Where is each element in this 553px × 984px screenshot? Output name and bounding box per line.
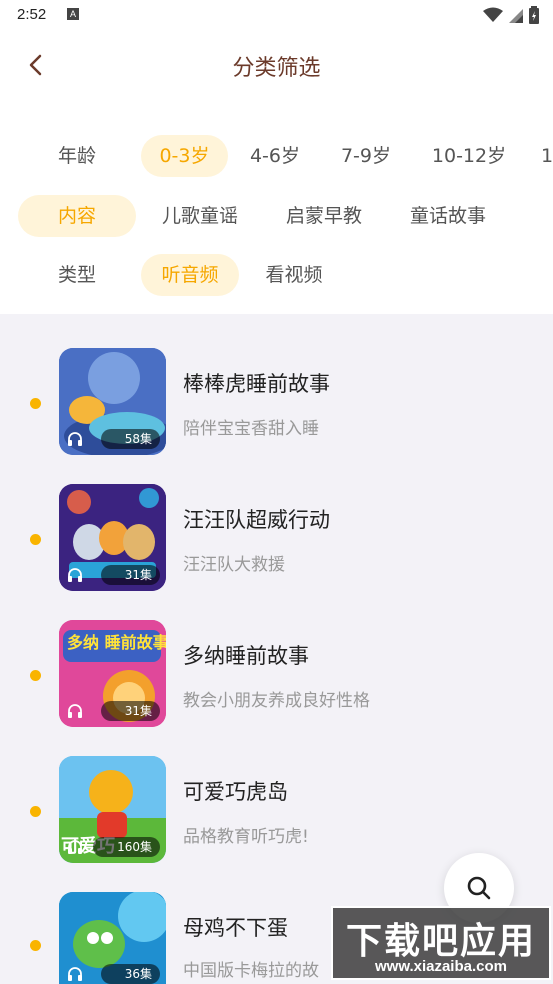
content-option-early-education[interactable]: 启蒙早教 (276, 195, 372, 237)
episode-count-badge: 160集 (93, 837, 160, 857)
new-dot (30, 398, 41, 409)
battery-icon (529, 6, 539, 24)
status-bar: 2:52 A (0, 0, 553, 30)
album-cover: 36集 (59, 892, 166, 984)
item-subtitle: 陪伴宝宝香甜入睡 (183, 419, 319, 439)
headphones-icon (68, 568, 82, 582)
list-item[interactable]: 多纳 睡前故事 31集 多纳睡前故事 教会小朋友养成良好性格 (0, 620, 553, 740)
content-filter-label: 内容 (18, 195, 136, 237)
list-item[interactable]: 58集 棒棒虎睡前故事 陪伴宝宝香甜入睡 (0, 348, 553, 468)
content-option-songs[interactable]: 儿歌童谣 (152, 195, 248, 237)
headphones-icon (68, 704, 82, 718)
item-subtitle: 中国版卡梅拉的故 (183, 961, 319, 981)
album-cover: 58集 (59, 348, 166, 455)
type-filter-label: 类型 (57, 264, 96, 286)
status-icons (483, 6, 539, 24)
content-option-fairy-tales[interactable]: 童话故事 (400, 195, 496, 237)
episode-count-badge: 36集 (100, 964, 160, 984)
item-title: 汪汪队超威行动 (183, 508, 330, 532)
age-option-7-9[interactable]: 7-9岁 (333, 135, 399, 177)
item-title: 可爱巧虎岛 (183, 780, 288, 804)
type-option-audio[interactable]: 听音频 (141, 254, 239, 296)
status-time: 2:52 (17, 6, 47, 23)
cover-text: 多纳 睡前故事 (67, 633, 166, 652)
watermark: 下载吧应用 www.xiazaiba.com (331, 906, 551, 980)
album-cover: 多纳 睡前故事 31集 (59, 620, 166, 727)
filter-panel: 分类筛选 年龄 0-3岁 4-6岁 7-9岁 10-12岁 1 内容 儿歌童谣 … (0, 30, 553, 314)
item-title: 母鸡不下蛋 (183, 916, 288, 940)
episode-count-badge: 31集 (100, 701, 160, 721)
new-dot (30, 534, 41, 545)
new-dot (30, 940, 41, 951)
album-cover: 31集 (59, 484, 166, 591)
item-title: 多纳睡前故事 (183, 644, 309, 668)
new-dot (30, 670, 41, 681)
headphones-icon (68, 432, 82, 446)
age-filter-label: 年龄 (57, 145, 96, 167)
episode-count-badge: 31集 (100, 565, 160, 585)
age-option-10-12[interactable]: 10-12岁 (426, 135, 512, 177)
watermark-text: 下载吧应用 (345, 921, 536, 962)
signal-icon (509, 9, 523, 23)
item-subtitle: 品格教育听巧虎! (183, 827, 309, 847)
album-cover: 可爱巧 160集 (59, 756, 166, 863)
notification-icon: A (67, 8, 79, 20)
item-subtitle: 教会小朋友养成良好性格 (183, 691, 370, 711)
wifi-icon (483, 7, 503, 22)
new-dot (30, 806, 41, 817)
item-subtitle: 汪汪队大救援 (183, 555, 285, 575)
headphones-icon (68, 967, 82, 981)
watermark-url: www.xiazaiba.com (375, 958, 507, 975)
search-icon (467, 876, 491, 900)
type-option-video[interactable]: 看视频 (256, 254, 332, 296)
list-item[interactable]: 31集 汪汪队超威行动 汪汪队大救援 (0, 484, 553, 604)
age-option-4-6[interactable]: 4-6岁 (244, 135, 306, 177)
page-title: 分类筛选 (232, 56, 321, 81)
episode-count-badge: 58集 (100, 429, 160, 449)
headphones-icon (68, 840, 82, 854)
age-option-0-3[interactable]: 0-3岁 (141, 135, 228, 177)
age-option-more[interactable]: 1 (541, 135, 553, 177)
item-title: 棒棒虎睡前故事 (183, 372, 330, 396)
